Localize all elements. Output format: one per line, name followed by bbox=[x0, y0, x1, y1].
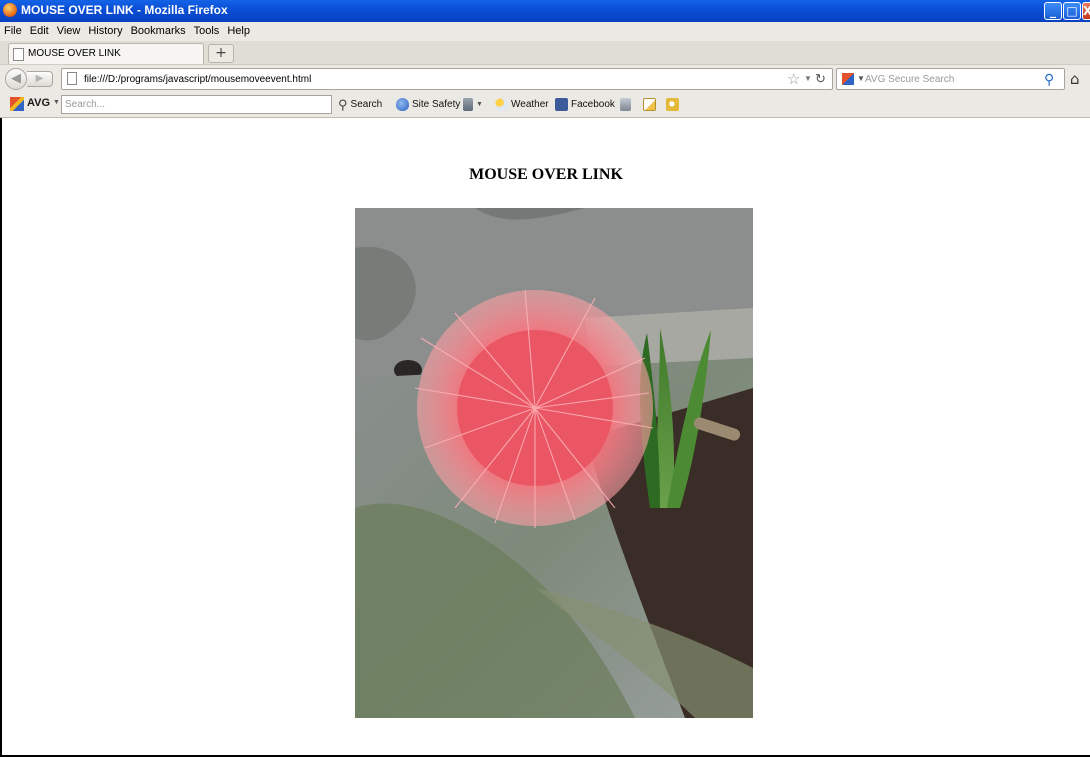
chevron-down-icon[interactable]: ▼ bbox=[857, 74, 865, 83]
reload-icon[interactable]: ↻ bbox=[815, 71, 826, 87]
calculator-icon bbox=[620, 98, 631, 111]
facebook-icon bbox=[555, 98, 568, 111]
avg-search-engine-icon[interactable] bbox=[842, 73, 854, 85]
page-heading: MOUSE OVER LINK bbox=[469, 166, 623, 183]
page-content: MOUSE OVER LINK bbox=[2, 118, 1090, 755]
close-button[interactable]: X bbox=[1082, 2, 1090, 20]
menu-bookmarks[interactable]: Bookmarks bbox=[127, 22, 190, 37]
menu-edit[interactable]: Edit bbox=[26, 22, 53, 37]
search-tool-button[interactable] bbox=[666, 96, 679, 113]
weather-button[interactable]: Weather bbox=[495, 96, 549, 113]
facebook-button[interactable]: Facebook bbox=[555, 96, 615, 113]
avg-search-button[interactable]: ⚲ Search bbox=[338, 96, 382, 113]
home-icon[interactable]: ⌂ bbox=[1070, 70, 1080, 88]
maximize-button[interactable]: □ bbox=[1063, 2, 1081, 20]
forward-button[interactable]: ▶ bbox=[27, 71, 53, 87]
magnifier-icon: ⚲ bbox=[338, 96, 348, 112]
avg-search-placeholder: Search... bbox=[65, 99, 106, 110]
avg-search-label: Search bbox=[350, 99, 383, 110]
search-placeholder: AVG Secure Search bbox=[865, 74, 955, 85]
notes-button[interactable] bbox=[643, 96, 656, 113]
title-bar[interactable]: MOUSE OVER LINK - Mozilla Firefox _ □ X bbox=[0, 0, 1090, 22]
tab-label: MOUSE OVER LINK bbox=[28, 48, 121, 59]
minimize-button[interactable]: _ bbox=[1044, 2, 1062, 20]
page-icon bbox=[67, 72, 77, 85]
firefox-icon bbox=[3, 3, 17, 17]
tab-strip: MOUSE OVER LINK + bbox=[0, 41, 1090, 64]
forward-arrow-icon: ▶ bbox=[35, 73, 44, 84]
avg-toolbar: AVG ▼ Search... ⚲ Search Site Safety ▼ W… bbox=[0, 92, 1090, 118]
trash-button[interactable]: ▼ bbox=[463, 96, 483, 113]
menu-file[interactable]: File bbox=[0, 22, 26, 37]
flower-photo[interactable] bbox=[355, 208, 753, 718]
weather-icon bbox=[495, 98, 508, 111]
search-icon[interactable]: ⚲ bbox=[1044, 71, 1054, 88]
bookmark-star-icon[interactable]: ☆ bbox=[787, 70, 800, 88]
site-safety-label: Site Safety bbox=[412, 99, 461, 110]
trash-icon bbox=[463, 98, 473, 111]
chevron-down-icon[interactable]: ▼ bbox=[53, 99, 60, 106]
shield-icon bbox=[396, 98, 409, 111]
new-tab-button[interactable]: + bbox=[208, 44, 234, 63]
chevron-down-icon[interactable]: ▼ bbox=[804, 74, 812, 83]
address-bar[interactable]: file:///D:/programs/javascript/mousemove… bbox=[61, 68, 833, 90]
avg-search-input[interactable]: Search... bbox=[61, 95, 332, 114]
site-safety-button[interactable]: Site Safety bbox=[396, 96, 460, 113]
page-icon bbox=[13, 48, 24, 61]
notepad-icon bbox=[643, 98, 656, 111]
chevron-down-icon: ▼ bbox=[476, 101, 483, 108]
menu-bar: File Edit View History Bookmarks Tools Help bbox=[0, 22, 1090, 41]
menu-help[interactable]: Help bbox=[223, 22, 254, 37]
menu-view[interactable]: View bbox=[53, 22, 85, 37]
back-arrow-icon: ◀ bbox=[11, 71, 21, 86]
magnifier-folder-icon bbox=[666, 98, 679, 111]
weather-label: Weather bbox=[511, 99, 549, 110]
menu-tools[interactable]: Tools bbox=[190, 22, 224, 37]
avg-logo-icon bbox=[10, 97, 24, 111]
search-bar[interactable]: ▼ AVG Secure Search ⚲ bbox=[836, 68, 1065, 90]
back-forward-group: ◀ ▶ bbox=[5, 68, 55, 90]
navigation-toolbar: ◀ ▶ file:///D:/programs/javascript/mouse… bbox=[0, 64, 1090, 93]
tab-mouse-over-link[interactable]: MOUSE OVER LINK bbox=[8, 43, 204, 64]
window-title: MOUSE OVER LINK - Mozilla Firefox bbox=[21, 3, 228, 17]
calculator-button[interactable] bbox=[620, 96, 631, 113]
avg-brand[interactable]: AVG bbox=[27, 97, 50, 109]
back-button[interactable]: ◀ bbox=[5, 68, 27, 90]
menu-history[interactable]: History bbox=[84, 22, 126, 37]
url-text: file:///D:/programs/javascript/mousemove… bbox=[84, 74, 312, 85]
facebook-label: Facebook bbox=[571, 99, 615, 110]
flower-image bbox=[355, 208, 753, 718]
